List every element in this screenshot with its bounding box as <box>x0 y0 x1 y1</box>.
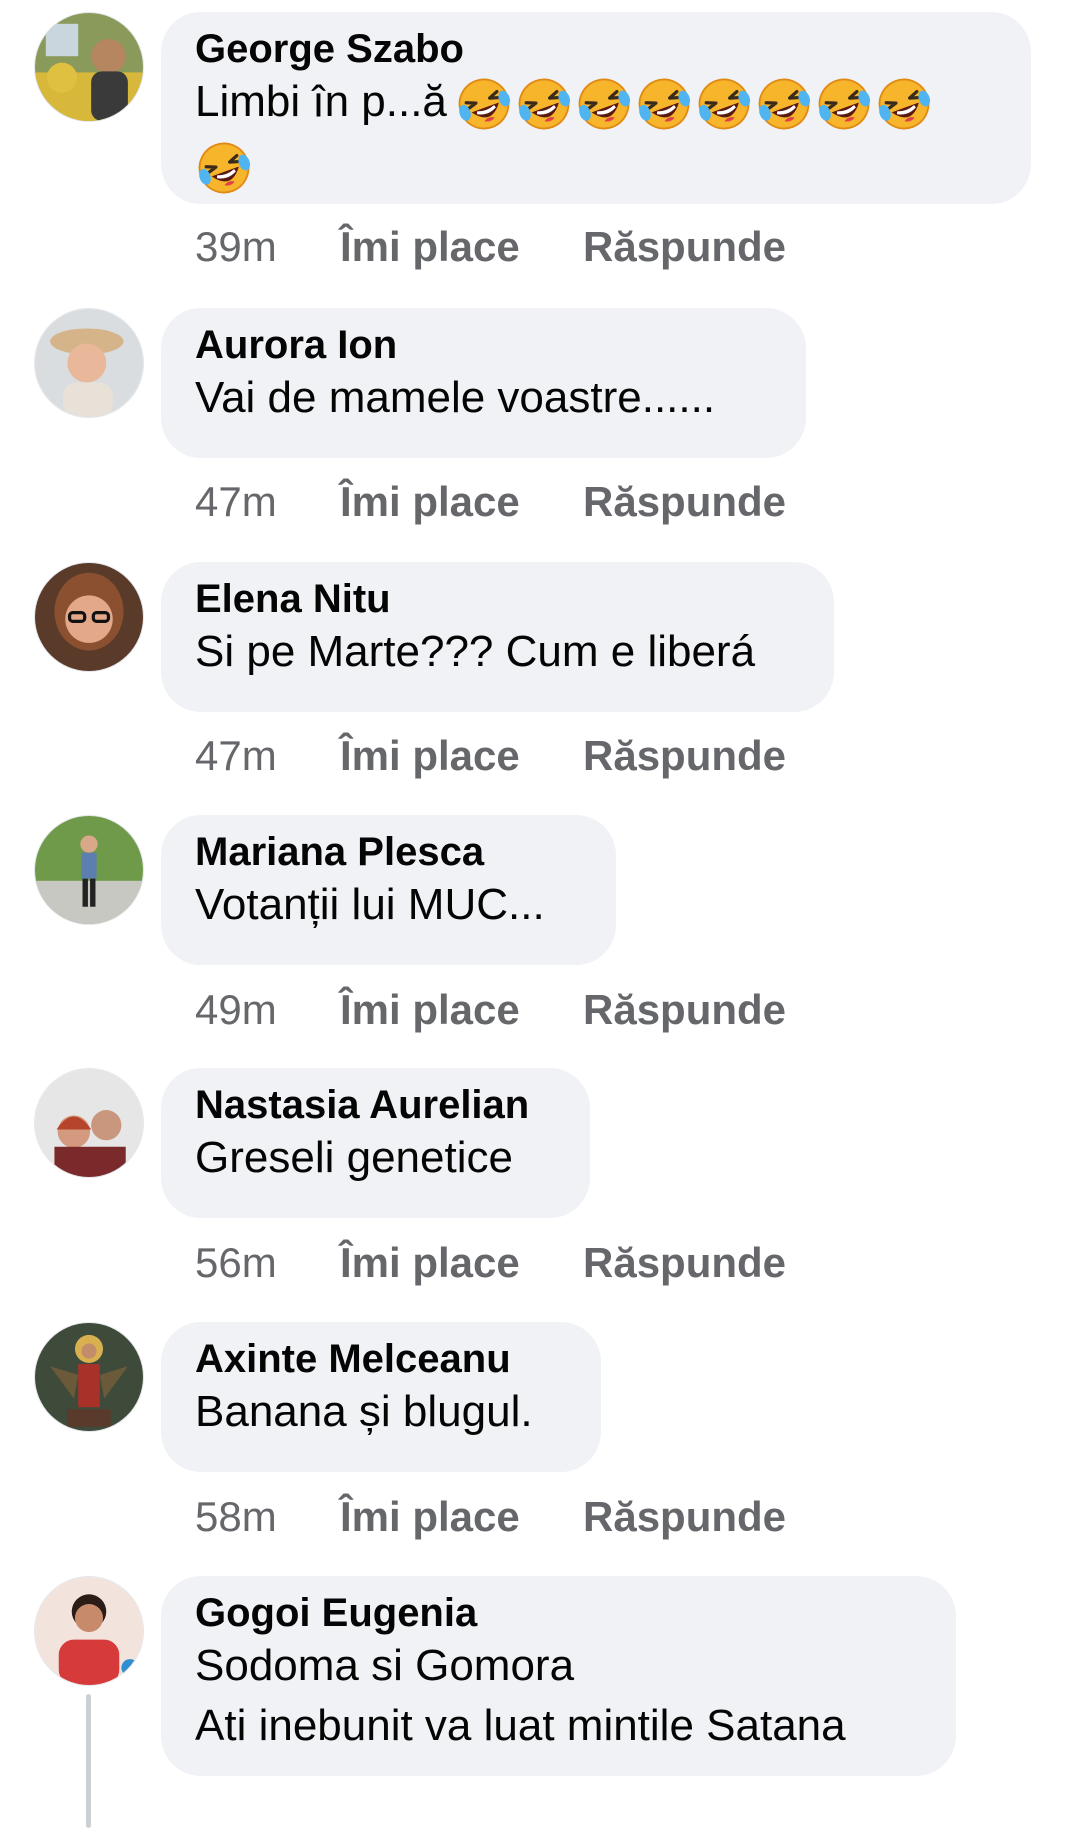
reply-button[interactable]: Răspunde <box>583 477 786 527</box>
comment-text: Banana și blugul. <box>195 1387 533 1436</box>
comment-timestamp[interactable]: 56m <box>195 1238 340 1288</box>
emoji-row-continued <box>195 139 253 197</box>
avatar-photo <box>35 1577 143 1685</box>
comment-timestamp[interactable]: 47m <box>195 731 340 781</box>
rolling-on-floor-laughing-emoji <box>755 75 813 133</box>
rolling-on-floor-laughing-emoji <box>455 75 513 133</box>
comment-author[interactable]: George Szabo <box>195 26 997 72</box>
avatar[interactable] <box>34 815 144 925</box>
avatar[interactable] <box>34 562 144 672</box>
avatar-photo <box>35 1069 143 1177</box>
comment-bubble: Mariana Plesca Votanții lui MUC... <box>161 815 616 965</box>
like-button[interactable]: Îmi place <box>340 985 583 1035</box>
comment-actions: 58m Îmi place Răspunde <box>195 1492 786 1542</box>
comment-bubble: George Szabo Limbi în p...ă <box>161 12 1031 204</box>
like-button[interactable]: Îmi place <box>340 731 583 781</box>
reply-button[interactable]: Răspunde <box>583 731 786 781</box>
comment-actions: 39m Îmi place Răspunde <box>195 222 786 272</box>
avatar-photo <box>35 1323 143 1431</box>
comment-timestamp[interactable]: 58m <box>195 1492 340 1542</box>
rolling-on-floor-laughing-emoji <box>195 139 253 197</box>
rolling-on-floor-laughing-emoji <box>695 75 753 133</box>
avatar[interactable] <box>34 1068 144 1178</box>
rolling-on-floor-laughing-emoji <box>635 75 693 133</box>
avatar[interactable] <box>34 1576 144 1686</box>
comment-bubble: Nastasia Aurelian Greseli genetice <box>161 1068 590 1218</box>
comment-text-line-2: Ati inebunit va luat mintile Satana <box>195 1701 846 1750</box>
reply-thread-line <box>86 1694 91 1828</box>
comment-timestamp[interactable]: 47m <box>195 477 340 527</box>
comment-actions: 47m Îmi place Răspunde <box>195 477 786 527</box>
comment-author[interactable]: Nastasia Aurelian <box>195 1082 556 1128</box>
comment-author[interactable]: Aurora Ion <box>195 322 772 368</box>
avatar-photo <box>35 563 143 671</box>
comment-text-continued <box>195 135 997 196</box>
avatar[interactable] <box>34 1322 144 1432</box>
comment-timestamp[interactable]: 49m <box>195 985 340 1035</box>
comment-author[interactable]: Gogoi Eugenia <box>195 1590 922 1636</box>
rolling-on-floor-laughing-emoji <box>575 75 633 133</box>
comment-text: Votanții lui MUC... <box>195 880 545 929</box>
comment-text: Limbi în p...ă <box>195 72 997 133</box>
like-button[interactable]: Îmi place <box>340 1238 583 1288</box>
reply-button[interactable]: Răspunde <box>583 1492 786 1542</box>
comment-text: Si pe Marte??? Cum e liberá <box>195 627 756 676</box>
like-button[interactable]: Îmi place <box>340 1492 583 1542</box>
like-button[interactable]: Îmi place <box>340 222 583 272</box>
comment-actions: 47m Îmi place Răspunde <box>195 731 786 781</box>
comment-text-content: Limbi în p...ă <box>195 77 447 126</box>
reply-button[interactable]: Răspunde <box>583 985 786 1035</box>
like-button[interactable]: Îmi place <box>340 477 583 527</box>
rolling-on-floor-laughing-emoji <box>875 75 933 133</box>
reply-button[interactable]: Răspunde <box>583 222 786 272</box>
comment-bubble: Gogoi Eugenia Sodoma si Gomora Ati inebu… <box>161 1576 956 1776</box>
rolling-on-floor-laughing-emoji <box>815 75 873 133</box>
avatar-photo <box>35 309 143 417</box>
comment-text: Vai de mamele voastre...... <box>195 373 716 422</box>
comment-text: Sodoma si Gomora <box>195 1641 575 1690</box>
comment-author[interactable]: Elena Nitu <box>195 576 800 622</box>
comment-timestamp[interactable]: 39m <box>195 222 340 272</box>
reply-button[interactable]: Răspunde <box>583 1238 786 1288</box>
comment-bubble: Axinte Melceanu Banana și blugul. <box>161 1322 601 1472</box>
comment-actions: 56m Îmi place Răspunde <box>195 1238 786 1288</box>
emoji-row <box>455 75 933 133</box>
avatar[interactable] <box>34 308 144 418</box>
comment-text: Greseli genetice <box>195 1133 513 1182</box>
avatar[interactable] <box>34 12 144 122</box>
comment-bubble: Elena Nitu Si pe Marte??? Cum e liberá <box>161 562 834 712</box>
comment-author[interactable]: Mariana Plesca <box>195 829 582 875</box>
avatar-photo <box>35 13 143 121</box>
comment-actions: 49m Îmi place Răspunde <box>195 985 786 1035</box>
rolling-on-floor-laughing-emoji <box>515 75 573 133</box>
avatar-photo <box>35 816 143 924</box>
comment-author[interactable]: Axinte Melceanu <box>195 1336 567 1382</box>
comment-bubble: Aurora Ion Vai de mamele voastre...... <box>161 308 806 458</box>
